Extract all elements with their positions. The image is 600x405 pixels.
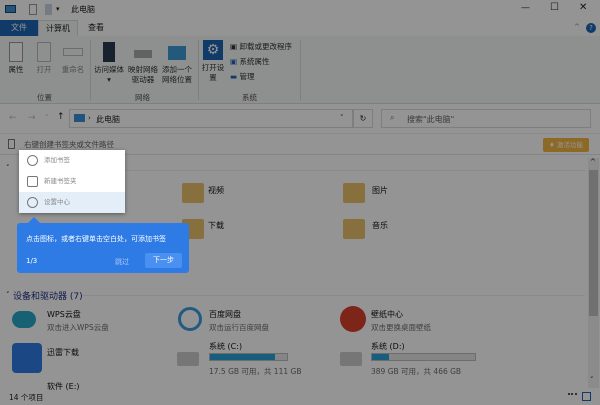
bookmark-popup-menu: 添加书签 新建书签夹 设置中心 <box>19 150 125 213</box>
menu-item-new-bookmark-folder[interactable]: 新建书签夹 <box>19 171 125 192</box>
guide-tooltip: 点击图标，或者右键单击空白处，可添加书签 1/3 跳过 下一步 <box>17 223 189 273</box>
next-step-button[interactable]: 下一步 <box>145 253 182 268</box>
settings-icon <box>27 197 38 208</box>
menu-item-add-bookmark[interactable]: 添加书签 <box>19 150 125 171</box>
star-icon <box>27 155 38 166</box>
folder-plus-icon <box>27 176 38 187</box>
tooltip-step: 1/3 <box>26 257 38 265</box>
menu-item-settings-center[interactable]: 设置中心 <box>19 192 125 213</box>
skip-button[interactable]: 跳过 <box>115 257 129 267</box>
tooltip-text: 点击图标，或者右键单击空白处，可添加书签 <box>26 235 166 243</box>
